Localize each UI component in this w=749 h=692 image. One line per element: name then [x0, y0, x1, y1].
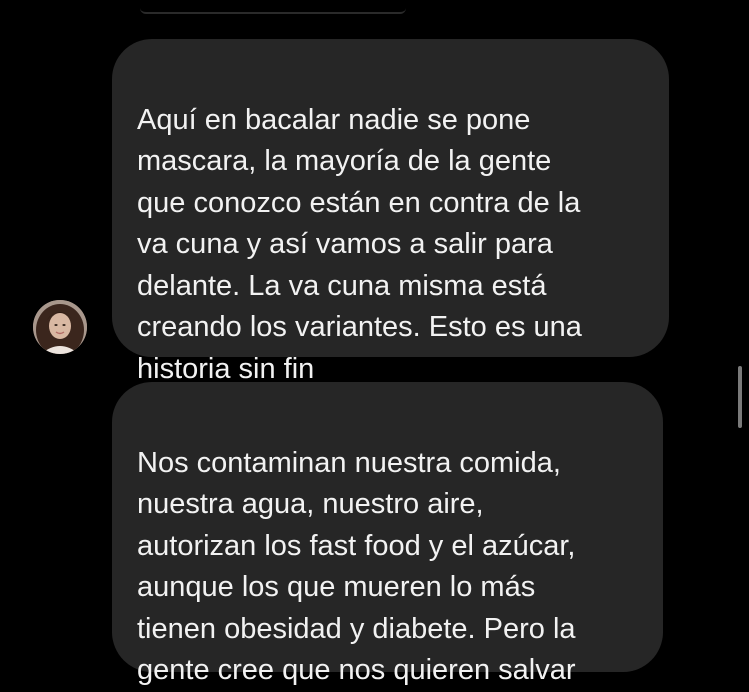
message-bubble[interactable]: Nos contaminan nuestra comida, nuestra a…	[112, 382, 663, 686]
message-bubble[interactable]: Aquí en bacalar nadie se pone mascara, l…	[112, 39, 669, 385]
scrollbar-thumb[interactable]	[738, 366, 742, 428]
previous-message-edge	[140, 0, 406, 14]
avatar-photo-icon	[33, 300, 87, 354]
message-text: Nos contaminan nuestra comida, nuestra a…	[137, 446, 576, 687]
sender-avatar[interactable]	[33, 300, 87, 354]
message-text: Aquí en bacalar nadie se pone mascara, l…	[137, 103, 582, 385]
